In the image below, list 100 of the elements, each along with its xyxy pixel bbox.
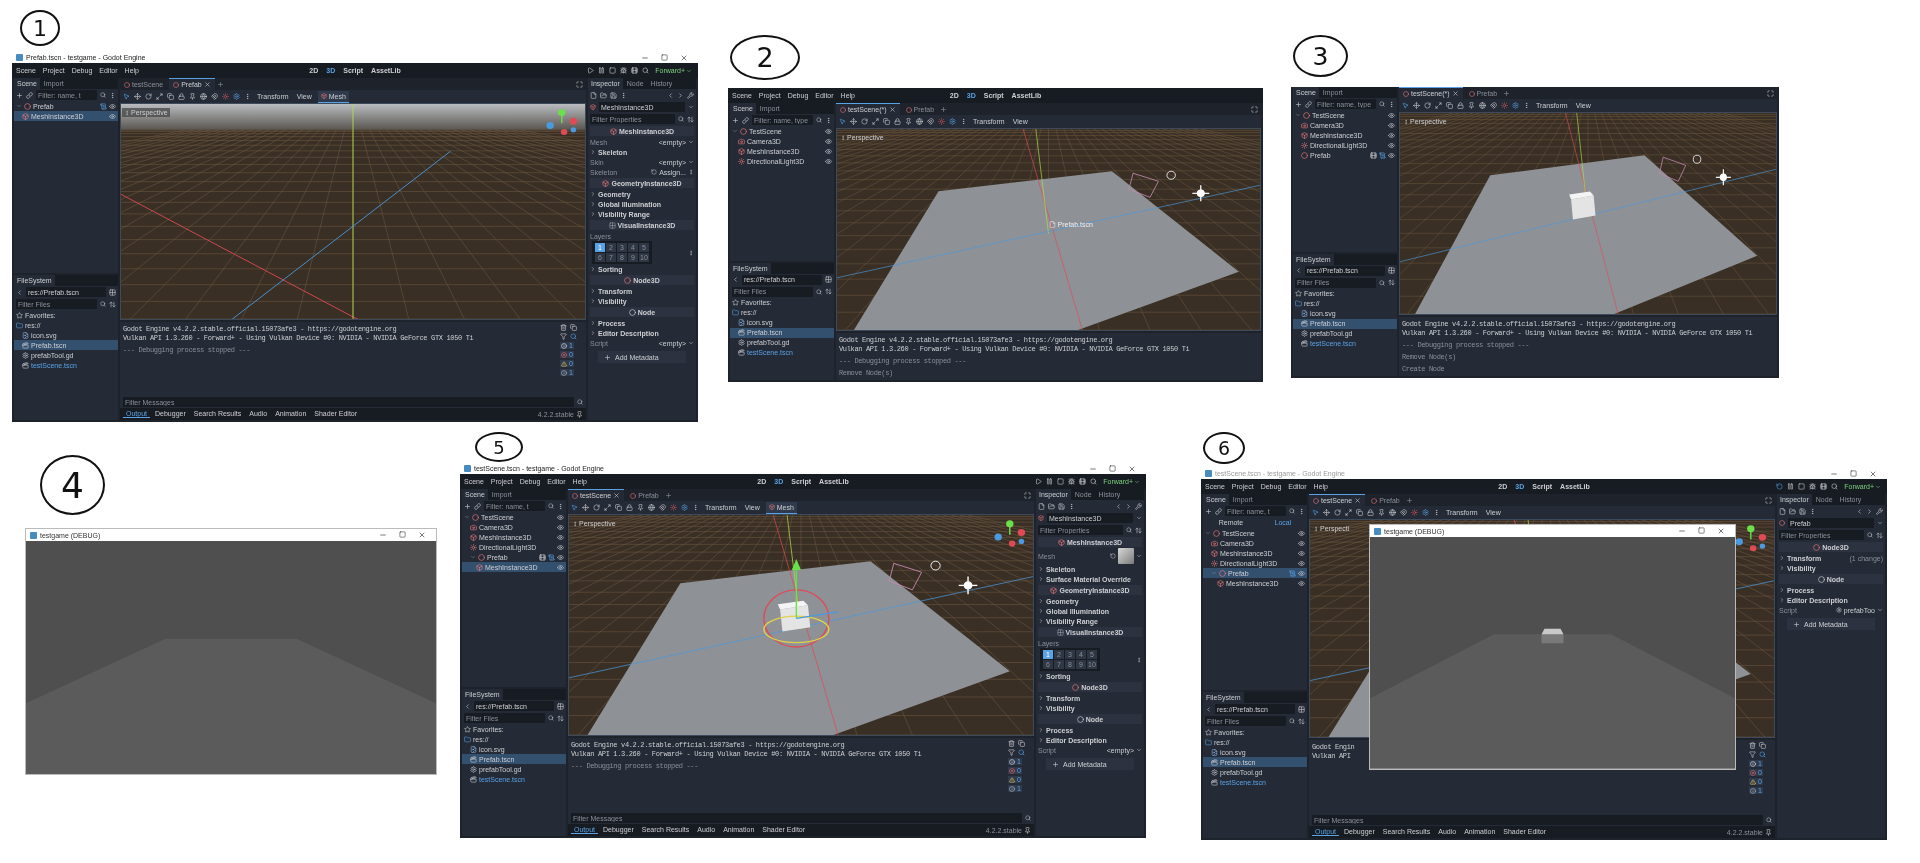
visibility-eye-icon[interactable] (825, 157, 832, 165)
move-tool-icon[interactable] (850, 118, 857, 125)
copy-icon[interactable] (1446, 102, 1453, 109)
back-icon[interactable] (1856, 507, 1863, 515)
add-tab-icon[interactable] (664, 491, 672, 499)
close-icon[interactable] (680, 53, 688, 62)
grid-icon[interactable] (1298, 705, 1305, 713)
back-icon[interactable] (1295, 267, 1302, 275)
move-tool-icon[interactable] (1413, 102, 1420, 109)
dropdown-caret-icon[interactable] (688, 139, 694, 145)
copy-icon[interactable] (1759, 742, 1766, 749)
visibility-eye-icon[interactable] (109, 112, 116, 120)
film-icon[interactable] (1820, 483, 1828, 490)
maximize-icon[interactable] (1109, 464, 1116, 472)
reset-icon[interactable] (1110, 553, 1116, 559)
visibility-eye-icon[interactable] (1298, 549, 1305, 557)
search-icon[interactable] (642, 67, 650, 74)
clear-icon[interactable] (1008, 740, 1015, 747)
film-icon[interactable] (631, 67, 639, 74)
pin-icon[interactable] (637, 504, 644, 511)
visibility-eye-icon[interactable] (557, 523, 564, 531)
visibility-eye-icon[interactable] (825, 147, 832, 155)
copy-icon[interactable] (1356, 509, 1363, 516)
maximize-icon[interactable] (661, 53, 668, 61)
reload-icon[interactable] (1776, 483, 1784, 490)
visibility-eye-icon[interactable] (1388, 131, 1395, 139)
more-icon[interactable] (1136, 656, 1142, 663)
back-icon[interactable] (1205, 705, 1212, 713)
back-icon[interactable] (464, 702, 471, 710)
visibility-eye-icon[interactable] (825, 127, 832, 135)
globe-icon[interactable] (1389, 509, 1396, 516)
back-icon[interactable] (667, 91, 674, 99)
add-tab-icon[interactable] (1503, 89, 1511, 97)
copy-icon[interactable] (883, 118, 890, 125)
add-node-icon[interactable] (464, 502, 471, 510)
save-icon[interactable] (1799, 507, 1806, 515)
pin-icon[interactable] (1378, 509, 1385, 516)
file-icon[interactable] (590, 91, 597, 99)
forward-icon[interactable] (1866, 507, 1873, 515)
close-icon[interactable] (1869, 469, 1877, 478)
add-tab-icon[interactable] (1405, 496, 1413, 504)
dropdown-caret-icon[interactable] (1136, 553, 1142, 559)
dropdown-caret-icon[interactable] (1877, 607, 1883, 613)
play-icon[interactable] (1035, 478, 1043, 485)
pin-icon[interactable] (1468, 102, 1475, 109)
sort-icon[interactable] (825, 288, 832, 296)
visibility-eye-icon[interactable] (557, 543, 564, 551)
rotate-tool-icon[interactable] (1424, 102, 1431, 109)
pin-icon[interactable] (1024, 826, 1031, 834)
more-icon[interactable] (688, 169, 694, 175)
rotate-tool-icon[interactable] (145, 93, 152, 100)
fullscreen-icon[interactable] (1251, 105, 1258, 113)
back-icon[interactable] (1115, 502, 1122, 510)
bug-icon[interactable] (1809, 483, 1817, 490)
film-icon[interactable] (1079, 478, 1087, 485)
select-tool-icon[interactable] (839, 118, 846, 125)
visibility-eye-icon[interactable] (825, 137, 832, 145)
sort-icon[interactable] (1388, 279, 1395, 287)
visibility-eye-icon[interactable] (557, 533, 564, 541)
filter-icon[interactable] (1008, 749, 1015, 756)
close-icon[interactable] (418, 531, 426, 539)
visibility-eye-icon[interactable] (557, 563, 564, 571)
close-icon[interactable] (1128, 464, 1136, 473)
folder-icon[interactable] (600, 91, 607, 99)
scale-tool-icon[interactable] (1435, 102, 1442, 109)
lock-icon[interactable] (626, 504, 633, 511)
select-tool-icon[interactable] (571, 504, 578, 511)
fullscreen-icon[interactable] (576, 80, 583, 88)
wrench-icon[interactable] (687, 91, 694, 99)
dropdown-caret-icon[interactable] (688, 340, 694, 346)
globe-icon[interactable] (648, 504, 655, 511)
file-icon[interactable] (1779, 507, 1786, 515)
select-tool-icon[interactable] (1402, 102, 1409, 109)
visibility-eye-icon[interactable] (1298, 559, 1305, 567)
sort-icon[interactable] (1135, 526, 1142, 534)
grid-icon[interactable] (1388, 267, 1395, 275)
more-icon[interactable] (688, 249, 694, 256)
maximize-icon[interactable] (1850, 469, 1857, 477)
pin-icon[interactable] (189, 93, 196, 100)
scale-tool-icon[interactable] (604, 504, 611, 511)
lock-icon[interactable] (178, 93, 185, 100)
visibility-eye-icon[interactable] (1388, 141, 1395, 149)
stop-icon[interactable] (609, 67, 617, 74)
reset-icon[interactable] (651, 169, 658, 175)
filter-icon[interactable] (560, 333, 567, 340)
sort-icon[interactable] (687, 115, 694, 123)
globe-icon[interactable] (1479, 102, 1486, 109)
search-icon[interactable] (1018, 749, 1025, 756)
add-node-icon[interactable] (1295, 100, 1302, 108)
add-tab-icon[interactable] (216, 80, 224, 88)
lock-icon[interactable] (894, 118, 901, 125)
dropdown-caret-icon[interactable] (688, 159, 694, 165)
sort-icon[interactable] (109, 300, 116, 308)
bug-icon[interactable] (620, 67, 628, 74)
wrench-icon[interactable] (1876, 507, 1883, 515)
visibility-eye-icon[interactable] (1298, 539, 1305, 547)
stop-icon[interactable] (1057, 478, 1065, 485)
add-node-icon[interactable] (1205, 507, 1212, 515)
folder-icon[interactable] (1789, 507, 1796, 515)
visibility-eye-icon[interactable] (109, 102, 116, 110)
